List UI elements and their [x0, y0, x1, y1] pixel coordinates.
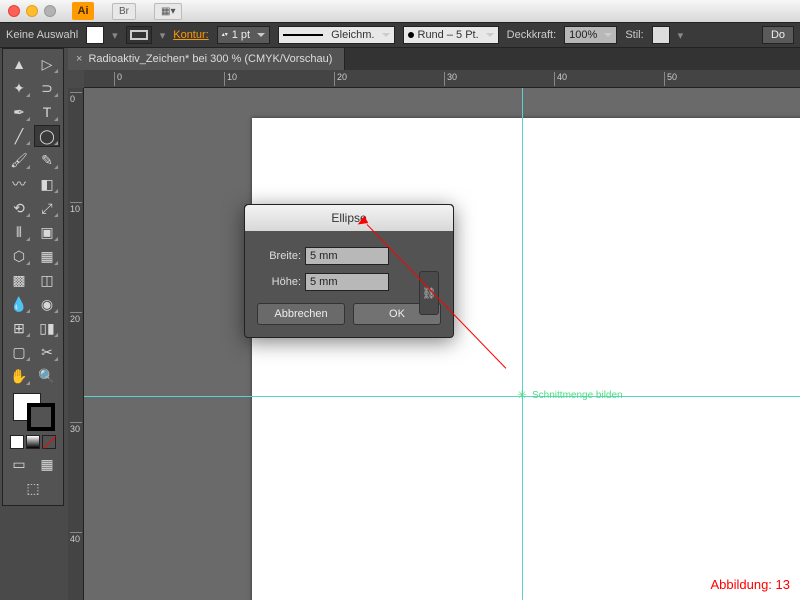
document-tab-label: Radioaktiv_Zeichen* bei 300 % (CMYK/Vors… [88, 53, 332, 65]
magic-wand-tool[interactable]: ✦ [6, 77, 32, 99]
doc-setup-button[interactable]: Do [762, 26, 794, 44]
free-transform-tool[interactable]: ▣ [34, 221, 60, 243]
graph-tool[interactable]: ▯▮ [34, 317, 60, 339]
smart-guide-hint: Schnittmenge bilden [532, 390, 623, 401]
width-input[interactable] [305, 247, 389, 265]
blend-tool[interactable]: ◉ [34, 293, 60, 315]
scale-tool[interactable]: ⤢ [34, 197, 60, 219]
selection-tool[interactable]: ▲ [6, 53, 32, 75]
stroke-weight-dropdown[interactable]: ▴▾1 pt [217, 26, 270, 44]
gradient-tool[interactable]: ◫ [34, 269, 60, 291]
close-tab-icon[interactable]: × [76, 53, 82, 65]
zoom-traffic-light[interactable] [44, 5, 56, 17]
opacity-label: Deckkraft: [507, 29, 557, 41]
perspective-tool[interactable]: ▦ [34, 245, 60, 267]
ruler-horizontal[interactable]: 0 10 20 30 40 50 [84, 70, 800, 88]
height-label: Höhe: [257, 276, 301, 288]
line-tool[interactable]: ╱ [6, 125, 32, 147]
screen-mode-present[interactable]: ⬚ [20, 477, 46, 499]
cursor-crosshair-icon: ✳ [517, 388, 527, 402]
screen-mode-full[interactable]: ▦ [34, 453, 60, 475]
guide-horizontal [84, 396, 800, 397]
type-tool[interactable]: T [34, 101, 60, 123]
opacity-dropdown[interactable]: 100% [564, 26, 617, 44]
ellipse-tool[interactable]: ◯ [34, 125, 60, 147]
rotate-tool[interactable]: ⟲ [6, 197, 32, 219]
artboard [252, 118, 800, 600]
color-mode[interactable] [10, 435, 24, 449]
paintbrush-tool[interactable]: 🖌 [6, 149, 32, 171]
slice-tool[interactable]: ✂ [34, 341, 60, 363]
hand-tool[interactable]: ✋ [6, 365, 32, 387]
direct-selection-tool[interactable]: ▷ [34, 53, 60, 75]
canvas[interactable]: ✳ Schnittmenge bilden Ellipse Breite: Hö… [84, 88, 800, 600]
guide-vertical [522, 88, 523, 600]
ellipse-dialog: Ellipse Breite: Höhe: ⛓ Abbrechen OK [244, 204, 454, 338]
stroke-profile-dropdown[interactable]: Rund – 5 Pt. [403, 26, 499, 44]
document-tab-row: × Radioaktiv_Zeichen* bei 300 % (CMYK/Vo… [68, 48, 800, 70]
shape-builder-tool[interactable]: ⬡ [6, 245, 32, 267]
bridge-button[interactable]: Br [112, 3, 136, 20]
lasso-tool[interactable]: ⊃ [34, 77, 60, 99]
document-tab[interactable]: × Radioaktiv_Zeichen* bei 300 % (CMYK/Vo… [68, 48, 345, 70]
height-input[interactable] [305, 273, 389, 291]
style-swatch[interactable] [652, 26, 670, 44]
ruler-vertical[interactable]: 0 10 20 30 40 [68, 88, 84, 600]
screen-mode-normal[interactable]: ▭ [6, 453, 32, 475]
figure-caption: Abbildung: 13 [710, 577, 790, 592]
symbol-sprayer-tool[interactable]: ⊞ [6, 317, 32, 339]
fill-swatch[interactable] [86, 26, 104, 44]
app-badge-ai: Ai [72, 2, 94, 20]
toolbox: ▲▷ ✦⊃ ✒T ╱◯ 🖌✎ 〰◧ ⟲⤢ ⫴▣ ⬡▦ ▩◫ 💧◉ ⊞▯▮ ▢✂ … [2, 48, 64, 506]
width-tool[interactable]: ⫴ [6, 221, 32, 243]
pencil-tool[interactable]: ✎ [34, 149, 60, 171]
selection-status: Keine Auswahl [6, 29, 78, 41]
blob-brush-tool[interactable]: 〰 [6, 173, 32, 195]
none-mode[interactable] [42, 435, 56, 449]
width-label: Breite: [257, 250, 301, 262]
arrange-button[interactable]: ▦▾ [154, 3, 182, 20]
link-dimensions-button[interactable]: ⛓ [419, 271, 439, 315]
eyedropper-tool[interactable]: 💧 [6, 293, 32, 315]
stroke-swatch[interactable] [126, 26, 152, 44]
cancel-button[interactable]: Abbrechen [257, 303, 345, 325]
minimize-traffic-light[interactable] [26, 5, 38, 17]
eraser-tool[interactable]: ◧ [34, 173, 60, 195]
mesh-tool[interactable]: ▩ [6, 269, 32, 291]
artboard-tool[interactable]: ▢ [6, 341, 32, 363]
control-bar: Keine Auswahl ▾ ▾ Kontur: ▴▾1 pt Gleichm… [0, 22, 800, 48]
stroke-dash-dropdown[interactable]: Gleichm. [278, 26, 394, 44]
fill-stroke-control[interactable] [5, 393, 61, 433]
stroke-label[interactable]: Kontur: [173, 29, 208, 41]
gradient-mode[interactable] [26, 435, 40, 449]
window-titlebar: Ai Br ▦▾ [0, 0, 800, 22]
style-label: Stil: [625, 29, 643, 41]
pen-tool[interactable]: ✒ [6, 101, 32, 123]
dialog-title: Ellipse [245, 205, 453, 231]
close-traffic-light[interactable] [8, 5, 20, 17]
zoom-tool[interactable]: 🔍 [34, 365, 60, 387]
